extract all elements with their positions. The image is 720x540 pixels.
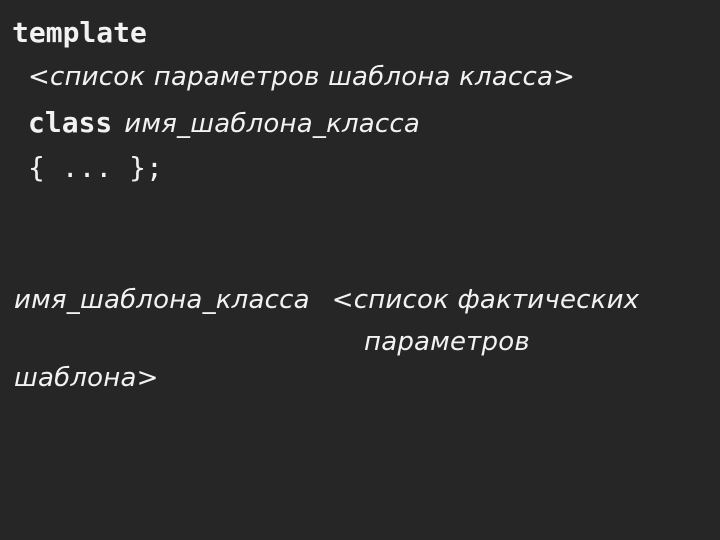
keyword-class: class [28, 106, 113, 139]
actual-arguments-part-2: параметров [364, 327, 530, 357]
actual-arguments-part-3: шаблона> [14, 363, 159, 393]
class-template-name: имя_шаблона_класса [124, 109, 421, 139]
keyword-template: template [12, 16, 147, 49]
slide-canvas: template <список параметров шаблона клас… [0, 0, 720, 540]
template-parameter-list: <список параметров шаблона класса> [28, 62, 576, 92]
class-declaration-line: class имя_шаблона_класса [28, 106, 421, 139]
instantiated-template-name: имя_шаблона_класса [14, 285, 310, 315]
class-body-placeholder: { ... }; [28, 151, 163, 184]
actual-arguments-part-1: <список фактических [331, 285, 640, 315]
instantiation-line-first: имя_шаблона_класса <список фактических [14, 287, 639, 313]
